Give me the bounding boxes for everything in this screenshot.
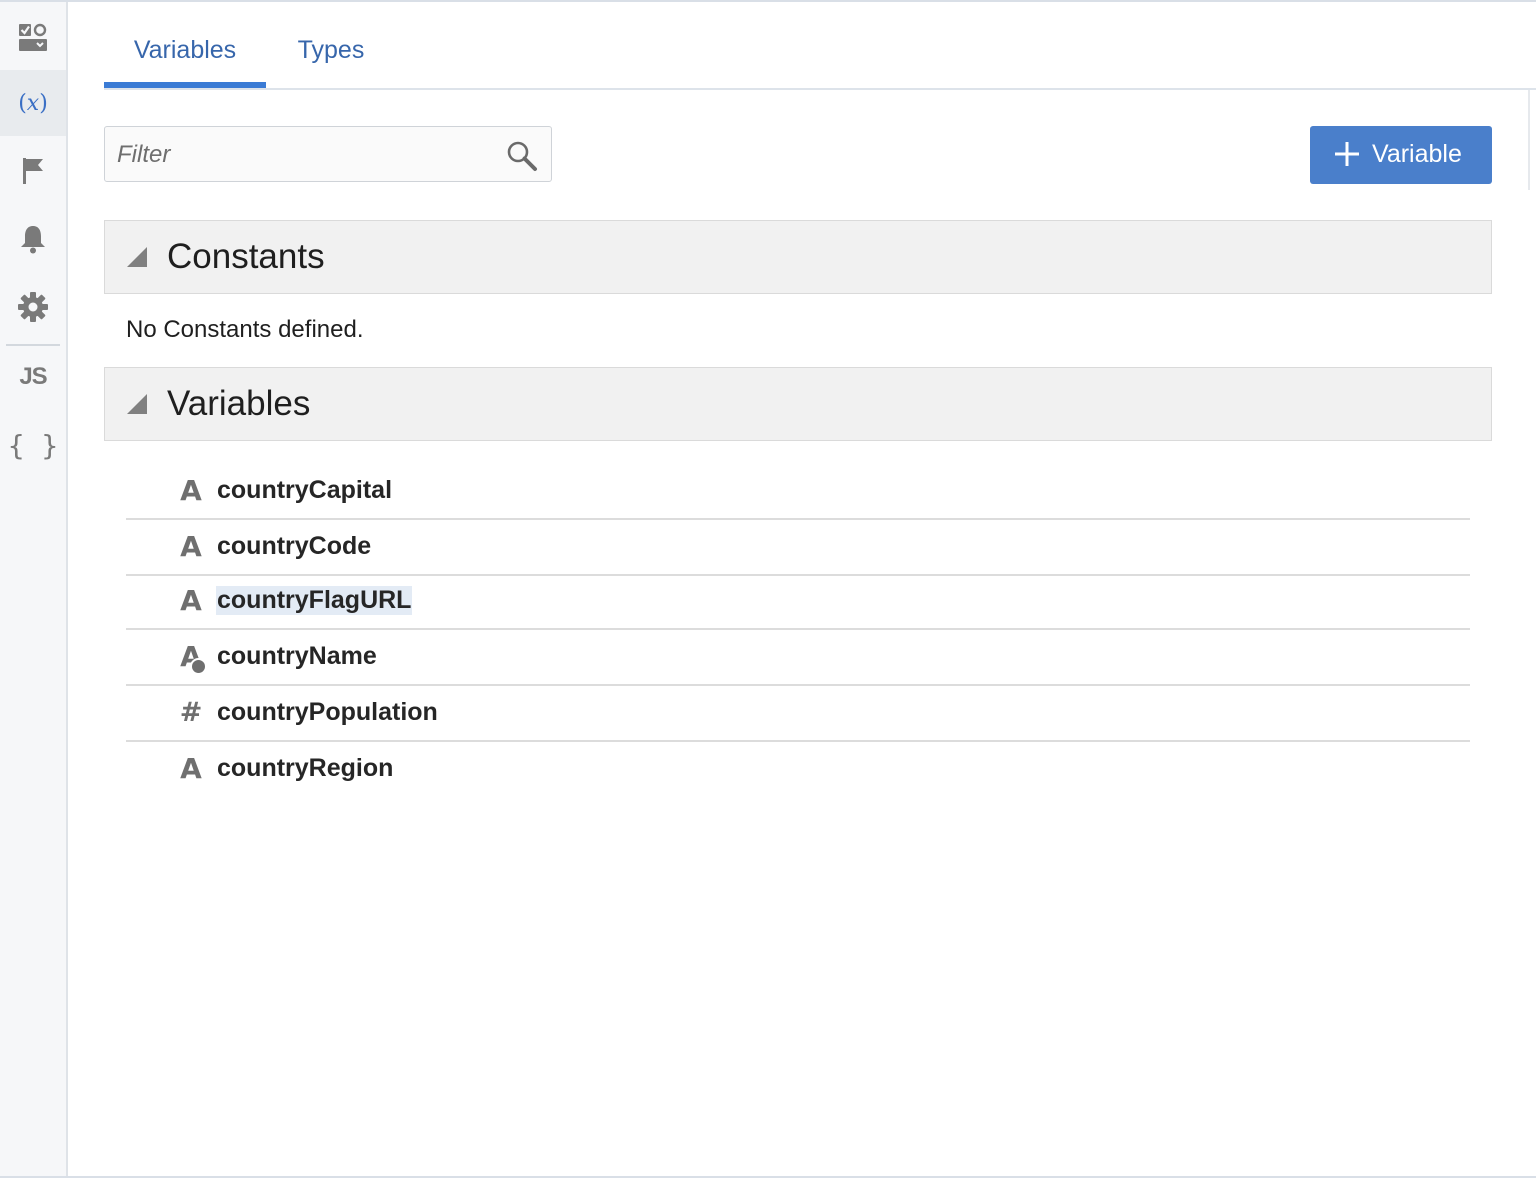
variable-row[interactable]: A countryRegion [126, 742, 1470, 798]
string-input-icon: A [176, 642, 207, 675]
sidebar-item-overview[interactable] [0, 4, 66, 70]
variable-row[interactable]: A countryFlagURL [126, 576, 1470, 630]
constants-title: Constants [167, 237, 325, 276]
tabs-divider [104, 88, 1536, 90]
left-sidebar: (x) JS {} [0, 2, 68, 1176]
tab-types[interactable]: Types [284, 36, 378, 72]
bell-icon [21, 226, 45, 254]
sidebar-item-javascript[interactable]: JS [0, 344, 66, 410]
variable-row[interactable]: # countryPopulation [126, 686, 1470, 742]
top-border [0, 0, 1536, 2]
sidebar-item-settings[interactable] [0, 274, 66, 340]
input-badge-icon [190, 658, 207, 675]
variables-title: Variables [167, 384, 311, 423]
variables-section-header[interactable]: Variables [104, 367, 1492, 441]
variable-x-icon: (x) [18, 90, 48, 116]
variable-name[interactable]: countryPopulation [216, 698, 439, 727]
sidebar-item-json[interactable]: { } [0, 412, 66, 478]
tab-variables[interactable]: Variables [104, 36, 266, 72]
variable-row[interactable]: A countryName [126, 630, 1470, 686]
checklist-icon [19, 23, 47, 51]
collapse-triangle-icon[interactable] [127, 394, 147, 414]
variable-row[interactable]: A countryCapital [126, 464, 1470, 520]
add-variable-label: Variable [1372, 140, 1462, 168]
constants-empty-message: No Constants defined. [126, 316, 364, 343]
add-variable-button[interactable]: Variable [1310, 126, 1492, 184]
variables-list: A countryCapital A countryCode A country… [126, 464, 1470, 798]
variable-name[interactable]: countryRegion [216, 754, 394, 783]
panel-edge [1528, 90, 1530, 190]
flag-icon [23, 158, 43, 184]
string-icon: A [180, 474, 202, 507]
variable-name[interactable]: countryFlagURL [216, 586, 413, 615]
string-icon: A [180, 752, 202, 785]
string-icon: A [180, 530, 202, 563]
sidebar-item-variables[interactable]: (x) [0, 70, 66, 136]
constants-section-header[interactable]: Constants [104, 220, 1492, 294]
gear-icon [18, 292, 48, 322]
collapse-triangle-icon[interactable] [127, 247, 147, 267]
number-icon: # [179, 697, 203, 728]
sidebar-item-notifications[interactable] [0, 206, 66, 272]
variable-name[interactable]: countryName [216, 642, 378, 671]
braces-icon: { } [7, 428, 59, 462]
search-icon[interactable] [505, 139, 539, 173]
filter-box [104, 126, 552, 182]
js-icon: JS [19, 363, 47, 390]
variable-row[interactable]: A countryCode [126, 520, 1470, 576]
bottom-border [0, 1176, 1536, 1178]
variable-name[interactable]: countryCode [216, 532, 372, 561]
variable-name[interactable]: countryCapital [216, 476, 393, 505]
sidebar-item-events[interactable] [0, 138, 66, 204]
string-icon: A [180, 584, 202, 617]
plus-icon [1335, 142, 1359, 166]
filter-input[interactable] [115, 135, 499, 175]
